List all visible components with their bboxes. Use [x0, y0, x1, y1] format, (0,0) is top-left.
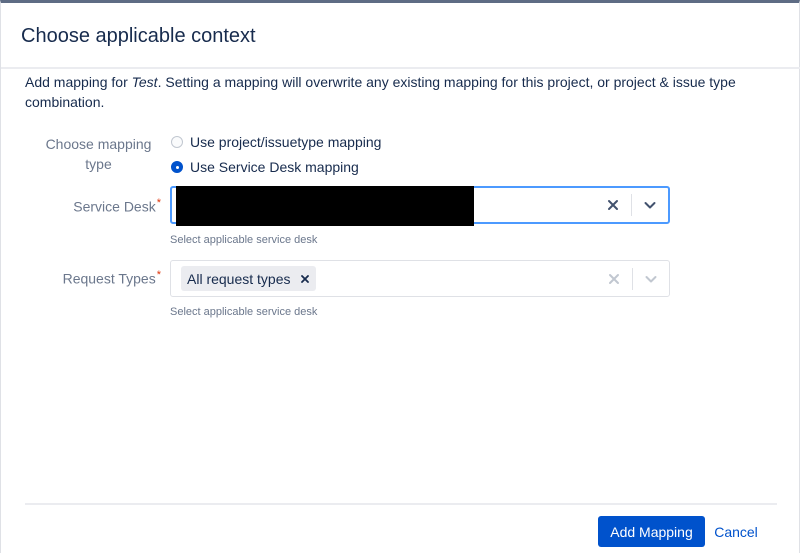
request-types-label: Request Types*: [41, 265, 161, 289]
tag-remove-icon[interactable]: [300, 274, 309, 283]
tag-label: All request types: [187, 270, 291, 287]
radio-label: Use Service Desk mapping: [190, 159, 359, 175]
request-types-select[interactable]: All request types: [170, 260, 670, 297]
request-types-label-text: Request Types: [62, 270, 156, 287]
clear-icon[interactable]: [595, 188, 631, 222]
add-mapping-button[interactable]: Add Mapping: [598, 516, 705, 547]
mapping-type-label: Choose mapping type: [45, 136, 152, 172]
radio-service-desk[interactable]: Use Service Desk mapping: [171, 159, 359, 175]
select-controls: [596, 261, 669, 296]
radio-project-issuetype[interactable]: Use project/issuetype mapping: [171, 134, 381, 150]
header-divider: [1, 67, 800, 69]
dialog-title: Choose applicable context: [21, 25, 256, 47]
dialog-description: Add mapping for Test. Setting a mapping …: [25, 72, 765, 112]
select-controls: [595, 188, 668, 222]
required-marker: *: [156, 269, 161, 281]
cancel-button[interactable]: Cancel: [709, 516, 763, 547]
description-project: Test: [131, 74, 158, 90]
request-type-tag: All request types: [181, 266, 316, 291]
clear-icon[interactable]: [596, 261, 632, 296]
service-desk-select[interactable]: [170, 186, 670, 226]
dialog: Choose applicable context Add mapping fo…: [0, 0, 800, 553]
service-desk-label: Service Desk*: [41, 193, 161, 217]
service-desk-label-text: Service Desk: [73, 198, 156, 215]
redacted-value: [176, 186, 474, 226]
radio-button[interactable]: [171, 136, 183, 148]
radio-button-checked[interactable]: [171, 161, 183, 173]
footer-divider: [25, 503, 777, 505]
radio-label: Use project/issuetype mapping: [190, 134, 382, 150]
description-prefix: Add mapping for: [25, 74, 132, 90]
request-types-helper: Select applicable service desk: [170, 306, 318, 318]
chevron-down-icon[interactable]: [632, 188, 668, 222]
chevron-down-icon[interactable]: [633, 261, 669, 296]
required-marker: *: [156, 197, 161, 209]
service-desk-helper: Select applicable service desk: [170, 234, 318, 246]
